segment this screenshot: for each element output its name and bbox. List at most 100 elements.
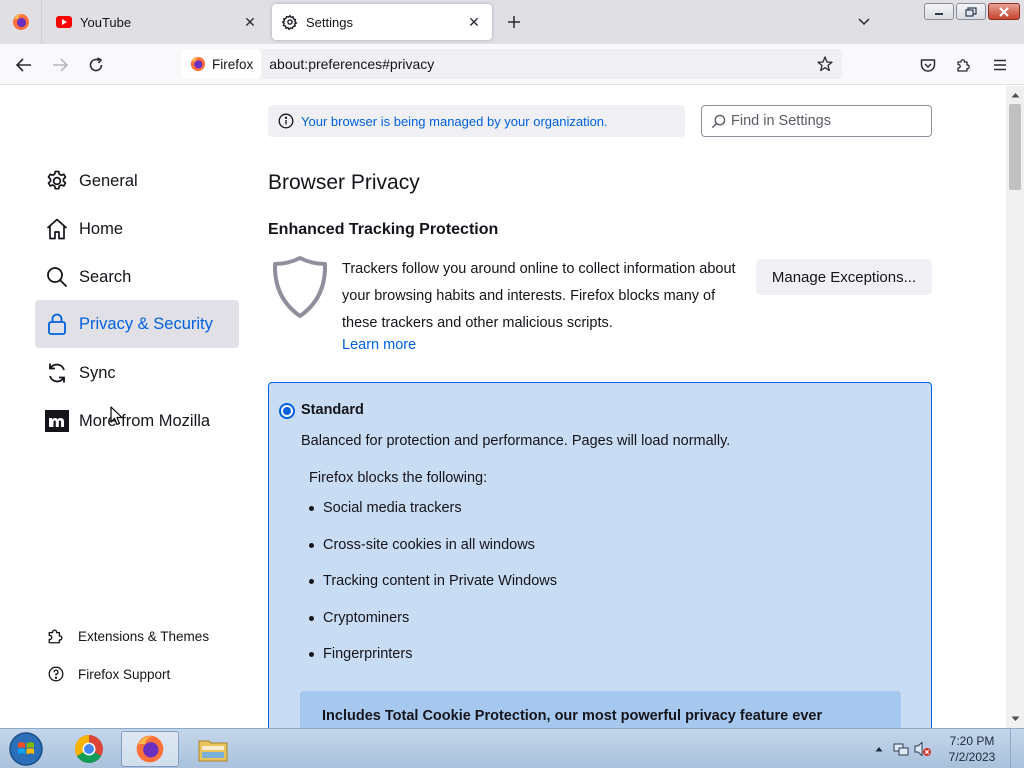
sidebar-item-label: Privacy & Security: [79, 314, 213, 333]
sidebar-item-privacy-security[interactable]: Privacy & Security: [35, 300, 239, 348]
plus-icon: [508, 16, 520, 28]
puzzle-icon: [47, 627, 65, 645]
firefox-support-label: Firefox Support: [78, 666, 171, 682]
hamburger-menu-icon: [994, 59, 1006, 71]
network-status[interactable]: [890, 738, 912, 760]
policies-notice[interactable]: Your browser is being managed by your or…: [268, 105, 685, 137]
volume-muted-icon: [914, 741, 931, 757]
info-icon: [277, 112, 295, 130]
standard-radio[interactable]: [279, 403, 295, 419]
scroll-thumb[interactable]: [1009, 104, 1021, 190]
tab-strip: YouTube ✕ Settings ✕: [0, 0, 1024, 44]
list-item: Cross-site cookies in all windows: [309, 537, 535, 553]
block-item-label: Social media trackers: [323, 500, 462, 516]
manage-exceptions-button[interactable]: Manage Exceptions...: [756, 259, 932, 295]
restore-button[interactable]: [956, 3, 986, 20]
file-explorer-icon: [198, 740, 228, 762]
sidebar-item-search[interactable]: Search: [35, 253, 239, 301]
back-button[interactable]: [11, 52, 37, 78]
tab-title: YouTube: [80, 14, 132, 30]
system-clock[interactable]: 7:20 PM 7/2/2023: [934, 733, 1010, 765]
url-bar[interactable]: Firefox about:preferences#privacy: [182, 49, 842, 79]
mozilla-icon: [45, 409, 69, 433]
start-button[interactable]: [4, 731, 48, 767]
etp-section-title: Enhanced Tracking Protection: [268, 221, 499, 238]
taskbar: 7:20 PM 7/2/2023: [0, 728, 1024, 768]
firefox-support-link[interactable]: Firefox Support: [47, 662, 170, 686]
page-title: Browser Privacy: [268, 171, 420, 194]
chrome-icon: [75, 735, 103, 763]
forward-arrow-icon: [53, 58, 68, 72]
taskbar-file-explorer[interactable]: [184, 731, 242, 767]
pocket-button[interactable]: [915, 52, 941, 78]
close-icon[interactable]: ✕: [238, 10, 262, 34]
standard-label: Standard: [301, 402, 364, 418]
tcp-text: Includes Total Cookie Protection, our mo…: [322, 708, 823, 724]
extensions-button[interactable]: [951, 52, 977, 78]
home-icon: [45, 217, 69, 241]
volume-status[interactable]: [912, 738, 934, 760]
minimize-button[interactable]: [924, 3, 954, 20]
clock-time: 7:20 PM: [949, 734, 995, 748]
firefox-icon: [136, 735, 164, 763]
identity-label: Firefox: [212, 56, 254, 72]
sync-icon: [45, 361, 69, 385]
scroll-up-arrow[interactable]: [1006, 87, 1024, 103]
url-text[interactable]: about:preferences#privacy: [269, 56, 812, 72]
bookmark-button[interactable]: [812, 51, 838, 77]
mouse-cursor-icon: [110, 406, 123, 426]
sidebar-item-home[interactable]: Home: [35, 205, 239, 253]
extensions-themes-link[interactable]: Extensions & Themes: [47, 624, 209, 648]
taskbar-chrome[interactable]: [60, 731, 118, 767]
puzzle-icon: [957, 59, 970, 72]
sidebar-item-label: Sync: [79, 363, 116, 382]
page-scrollbar[interactable]: [1006, 86, 1024, 728]
tab-youtube[interactable]: YouTube ✕: [46, 4, 268, 40]
firefox-view-button[interactable]: [0, 0, 42, 44]
scroll-down-arrow[interactable]: [1006, 711, 1024, 727]
search-icon: [709, 112, 727, 130]
show-desktop-button[interactable]: [1010, 729, 1024, 768]
etp-description: Trackers follow you around online to col…: [342, 261, 736, 331]
windows-start-icon: [9, 732, 43, 766]
find-in-settings-field[interactable]: [701, 105, 932, 137]
clock-date: 7/2/2023: [948, 750, 996, 764]
reload-icon: [89, 57, 103, 72]
forward-button[interactable]: [47, 52, 73, 78]
list-item: Social media trackers: [309, 500, 462, 516]
chevron-up-icon: [875, 747, 883, 752]
back-arrow-icon: [16, 58, 31, 72]
close-icon[interactable]: ✕: [462, 10, 486, 34]
total-cookie-protection-callout: Includes Total Cookie Protection, our mo…: [300, 691, 901, 728]
blocks-title: Firefox blocks the following:: [309, 470, 488, 486]
reload-button[interactable]: [83, 52, 109, 78]
sidebar-item-general[interactable]: General: [35, 157, 239, 205]
app-menu-button[interactable]: [987, 52, 1013, 78]
list-all-tabs-button[interactable]: [852, 10, 876, 34]
identity-box[interactable]: Firefox: [182, 49, 262, 79]
learn-more-link[interactable]: Learn more: [342, 337, 416, 353]
show-hidden-icons-button[interactable]: [868, 738, 890, 760]
firefox-icon: [12, 14, 29, 30]
pocket-icon: [920, 58, 936, 72]
sidebar-item-more-from-mozilla[interactable]: More from Mozilla: [35, 397, 239, 445]
close-window-button[interactable]: [988, 3, 1020, 20]
list-item: Fingerprinters: [309, 646, 412, 662]
gear-icon: [45, 169, 69, 193]
navigation-toolbar: Firefox about:preferences#privacy: [0, 44, 1024, 85]
help-icon: [47, 665, 65, 683]
sidebar-item-label: More from Mozilla: [79, 411, 211, 430]
find-in-settings-input[interactable]: [731, 113, 921, 129]
network-icon: [893, 743, 909, 756]
tab-title: Settings: [306, 14, 353, 30]
system-tray: 7:20 PM 7/2/2023: [868, 729, 1024, 768]
standard-protection-option[interactable]: Standard Balanced for protection and per…: [268, 382, 932, 728]
sidebar-item-sync[interactable]: Sync: [35, 349, 239, 397]
list-item: Tracking content in Private Windows: [309, 573, 557, 589]
block-item-label: Fingerprinters: [323, 646, 413, 662]
shield-icon: [272, 256, 328, 318]
tab-settings[interactable]: Settings ✕: [272, 4, 492, 40]
sidebar-item-label: Search: [79, 267, 132, 286]
new-tab-button[interactable]: [502, 10, 526, 34]
taskbar-firefox[interactable]: [121, 731, 179, 767]
